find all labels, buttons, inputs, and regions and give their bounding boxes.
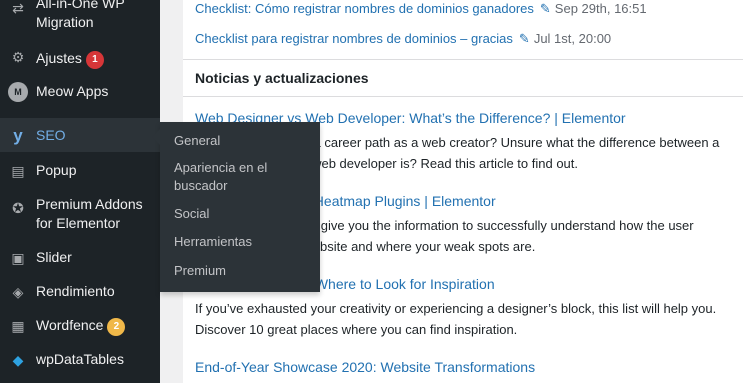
submenu-item-apariencia[interactable]: Apariencia en el buscador bbox=[174, 159, 314, 195]
submenu-item-label: Apariencia en el bbox=[174, 160, 268, 175]
sidebar-item-label: Popup bbox=[36, 162, 77, 178]
pencil-icon: ✎ bbox=[539, 1, 551, 16]
document-icon: ▤ bbox=[11, 162, 25, 179]
sidebar-item-meow-apps[interactable]: M Meow Apps bbox=[0, 78, 160, 106]
submenu-item-general[interactable]: General bbox=[174, 132, 314, 150]
slider-icon: ▣ bbox=[11, 249, 25, 266]
submenu-item-label: buscador bbox=[174, 178, 228, 193]
update-count-badge: 1 bbox=[85, 51, 104, 69]
sidebar-item-premium-addons[interactable]: ✪ Premium Addons for Elementor bbox=[0, 192, 160, 234]
sidebar-item-seo[interactable]: y SEO bbox=[0, 118, 160, 152]
submenu-item-premium[interactable]: Premium bbox=[174, 262, 314, 280]
sidebar-item-label: Rendimiento bbox=[36, 283, 115, 299]
admin-sidebar: ⇄ All-in-One WP Migration ⚙ Ajustes 1 M M… bbox=[0, 0, 160, 383]
sidebar-item-label: Wordfence bbox=[36, 317, 104, 333]
draft-row: Checklist para registrar nombres de domi… bbox=[195, 31, 611, 47]
sidebar-item-wpdatatables[interactable]: ◆ wpDataTables bbox=[0, 347, 160, 375]
draft-row: Checklist: Cómo registrar nombres de dom… bbox=[195, 1, 647, 17]
news-excerpt: If you’ve exhausted your creativity or e… bbox=[195, 298, 735, 340]
sidebar-item-ajustes[interactable]: ⚙ Ajustes 1 bbox=[0, 44, 160, 72]
sidebar-item-label: All-in-One WP bbox=[36, 0, 125, 11]
seo-submenu: General Apariencia en el buscador Social… bbox=[152, 122, 320, 292]
divider bbox=[183, 96, 743, 97]
sidebar-item-label: for Elementor bbox=[36, 215, 121, 231]
update-count-badge: 2 bbox=[107, 318, 126, 336]
sidebar-item-label: Meow Apps bbox=[36, 83, 109, 99]
database-icon: ◈ bbox=[12, 283, 24, 300]
sidebar-item-rendimiento[interactable]: ◈ Rendimiento bbox=[0, 279, 160, 307]
pencil-icon: ✎ bbox=[518, 31, 530, 46]
draft-link[interactable]: Checklist para registrar nombres de domi… bbox=[195, 31, 513, 46]
migration-icon: ⇄ bbox=[12, 0, 24, 16]
yoast-icon: y bbox=[13, 125, 23, 145]
table-icon: ◆ bbox=[12, 351, 24, 368]
sidebar-item-wordfence[interactable]: ▦ Wordfence 2 bbox=[0, 313, 160, 341]
star-icon: ✪ bbox=[12, 199, 24, 216]
sidebar-item-migration[interactable]: ⇄ All-in-One WP Migration bbox=[0, 0, 160, 32]
submenu-item-herramientas[interactable]: Herramientas bbox=[174, 233, 314, 251]
meow-icon: M bbox=[8, 82, 28, 102]
wordfence-icon: ▦ bbox=[11, 317, 25, 334]
sidebar-item-label: Slider bbox=[36, 249, 72, 265]
submenu-item-social[interactable]: Social bbox=[174, 205, 314, 223]
sidebar-item-label: Premium Addons bbox=[36, 196, 143, 212]
news-excerpt-line: Discover 10 great places where you can f… bbox=[195, 322, 518, 337]
draft-date: Jul 1st, 20:00 bbox=[533, 31, 612, 46]
sliders-icon: ⚙ bbox=[11, 48, 25, 65]
divider bbox=[183, 59, 743, 60]
sidebar-item-label: wpDataTables bbox=[36, 351, 124, 367]
sidebar-item-label: Migration bbox=[36, 14, 94, 30]
sidebar-item-label: Ajustes bbox=[36, 50, 82, 66]
news-excerpt-line: If you’ve exhausted your creativity or e… bbox=[195, 301, 717, 316]
sidebar-item-popup[interactable]: ▤ Popup bbox=[0, 157, 160, 185]
sidebar-item-slider[interactable]: ▣ Slider bbox=[0, 245, 160, 273]
sidebar-item-label: SEO bbox=[36, 127, 66, 143]
draft-link[interactable]: Checklist: Cómo registrar nombres de dom… bbox=[195, 1, 534, 16]
news-link[interactable]: End-of-Year Showcase 2020: Website Trans… bbox=[195, 359, 535, 375]
news-heading: Noticias y actualizaciones bbox=[195, 70, 369, 86]
draft-date: Sep 29th, 16:51 bbox=[554, 1, 647, 16]
